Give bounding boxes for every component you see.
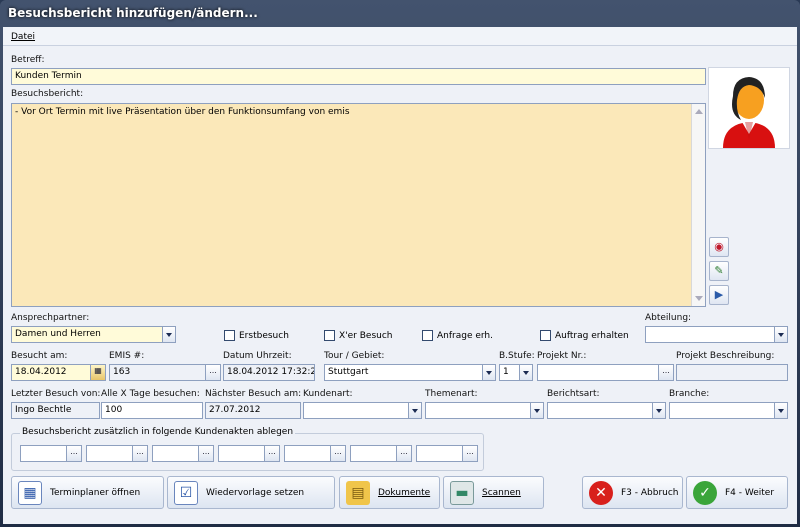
- branche-label: Branche:: [669, 389, 710, 399]
- chevron-down-icon[interactable]: [408, 403, 421, 418]
- letzter-besuch-input[interactable]: Ingo Bechtle: [11, 402, 100, 419]
- emis-label: EMIS #:: [109, 351, 145, 361]
- scroll-up-icon[interactable]: [695, 109, 703, 114]
- chevron-down-icon[interactable]: [530, 403, 543, 418]
- ansprechpartner-label: Ansprechpartner:: [11, 313, 90, 323]
- auftrag-checkbox[interactable]: Auftrag erhalten: [540, 330, 629, 341]
- kundenakten-caption: Besuchsbericht zusätzlich in folgende Ku…: [20, 427, 296, 437]
- chevron-down-icon[interactable]: [774, 403, 787, 418]
- kundenart-select[interactable]: [303, 402, 422, 419]
- projekt-nr-label: Projekt Nr.:: [537, 351, 587, 361]
- scroll-down-icon[interactable]: [695, 296, 703, 301]
- kundenakte-slot[interactable]: ...: [218, 445, 280, 462]
- person-icon: [723, 77, 775, 148]
- weiter-button[interactable]: ✓ F4 - Weiter: [686, 476, 788, 509]
- datum-uhrzeit-label: Datum Uhrzeit:: [223, 351, 292, 361]
- betreff-label: Betreff:: [11, 55, 45, 65]
- menu-datei[interactable]: Datei: [11, 32, 35, 42]
- naechster-besuch-label: Nächster Besuch am:: [205, 389, 302, 399]
- chevron-down-icon[interactable]: [162, 327, 175, 342]
- alle-x-tage-input[interactable]: 100: [101, 402, 203, 419]
- contact-avatar: [708, 67, 790, 149]
- bstufe-select[interactable]: 1: [499, 364, 533, 381]
- tour-select[interactable]: Stuttgart: [324, 364, 496, 381]
- kundenakte-browse-button[interactable]: ...: [198, 446, 213, 461]
- branche-select[interactable]: [669, 402, 788, 419]
- window-title: Besuchsbericht hinzufügen/ändern...: [8, 6, 258, 20]
- kundenakten-group: Besuchsbericht zusätzlich in folgende Ku…: [11, 427, 484, 471]
- berichtsart-label: Berichtsart:: [547, 389, 600, 399]
- besucht-am-input[interactable]: 18.04.2012 ▦: [11, 364, 106, 381]
- kundenakte-browse-button[interactable]: ...: [396, 446, 411, 461]
- abbruch-button[interactable]: ✕ F3 - Abbruch: [582, 476, 683, 509]
- kundenakte-browse-button[interactable]: ...: [66, 446, 81, 461]
- kundenart-label: Kundenart:: [303, 389, 353, 399]
- calendar-icon[interactable]: ▦: [90, 365, 105, 380]
- terminplaner-button[interactable]: ▦ Terminplaner öffnen: [11, 476, 164, 509]
- wiedervorlage-button[interactable]: ☑ Wiedervorlage setzen: [167, 476, 335, 509]
- lips-icon[interactable]: ◉: [709, 237, 729, 257]
- chevron-down-icon[interactable]: [774, 327, 787, 342]
- ansprechpartner-select[interactable]: Damen und Herren: [11, 326, 176, 343]
- betreff-input[interactable]: Kunden Termin: [11, 68, 706, 85]
- projekt-browse-button[interactable]: ...: [658, 365, 673, 380]
- kundenakte-slot[interactable]: ...: [350, 445, 412, 462]
- window: Besuchsbericht hinzufügen/ändern... Date…: [0, 0, 800, 527]
- besuchsbericht-label: Besuchsbericht:: [11, 89, 84, 99]
- dialog-client: Datei Betreff: Kunden Termin Besuchsberi…: [3, 27, 797, 524]
- emis-browse-button[interactable]: ...: [205, 365, 220, 380]
- kundenakte-slot[interactable]: ...: [86, 445, 148, 462]
- letzter-besuch-label: Letzter Besuch von:: [11, 389, 101, 399]
- bstufe-label: B.Stufe:: [499, 351, 535, 361]
- chevron-down-icon[interactable]: [482, 365, 495, 380]
- chevron-down-icon[interactable]: [652, 403, 665, 418]
- tour-label: Tour / Gebiet:: [324, 351, 385, 361]
- kundenakte-browse-button[interactable]: ...: [132, 446, 147, 461]
- projekt-nr-input[interactable]: ...: [537, 364, 674, 381]
- emis-input[interactable]: 163 ...: [109, 364, 221, 381]
- besucht-am-label: Besucht am:: [11, 351, 68, 361]
- erstbesuch-checkbox[interactable]: Erstbesuch: [224, 330, 289, 341]
- dokumente-button[interactable]: ▤ Dokumente: [339, 476, 440, 509]
- chevron-down-icon[interactable]: [519, 365, 532, 380]
- kundenakte-browse-button[interactable]: ...: [264, 446, 279, 461]
- anfrage-checkbox[interactable]: Anfrage erh.: [422, 330, 493, 341]
- kundenakte-slot[interactable]: ...: [20, 445, 82, 462]
- themenart-select[interactable]: [425, 402, 544, 419]
- scanner-icon: ▬: [450, 480, 474, 505]
- calendar-icon: ▦: [18, 480, 42, 505]
- memo-scrollbar[interactable]: [691, 104, 705, 306]
- abteilung-label: Abteilung:: [645, 313, 692, 323]
- kundenakte-slot[interactable]: ...: [416, 445, 478, 462]
- play-document-icon[interactable]: ▶: [709, 285, 729, 305]
- projekt-beschreibung-input[interactable]: [676, 364, 788, 381]
- kundenakte-slot[interactable]: ...: [152, 445, 214, 462]
- alle-x-tage-label: Alle X Tage besuchen:: [101, 389, 200, 399]
- besuchsbericht-text: - Vor Ort Termin mit live Präsentation ü…: [15, 107, 350, 117]
- ansprechpartner-value: Damen und Herren: [15, 329, 101, 339]
- checkmark-icon: ✓: [693, 480, 717, 505]
- checklist-icon: ☑: [174, 480, 198, 505]
- projekt-beschreibung-label: Projekt Beschreibung:: [676, 351, 775, 361]
- kundenakte-slot[interactable]: ...: [284, 445, 346, 462]
- folder-icon: ▤: [346, 480, 370, 505]
- datum-uhrzeit-input[interactable]: 18.04.2012 17:32:24: [223, 364, 315, 381]
- cancel-icon: ✕: [589, 480, 613, 505]
- themenart-label: Themenart:: [425, 389, 478, 399]
- naechster-besuch-input[interactable]: 27.07.2012: [205, 402, 301, 419]
- berichtsart-select[interactable]: [547, 402, 666, 419]
- abteilung-select[interactable]: [645, 326, 788, 343]
- kundenakte-browse-button[interactable]: ...: [330, 446, 345, 461]
- xer-besuch-checkbox[interactable]: X'er Besuch: [324, 330, 393, 341]
- kundenakte-browse-button[interactable]: ...: [462, 446, 477, 461]
- edit-document-icon[interactable]: ✎: [709, 261, 729, 281]
- besuchsbericht-textarea[interactable]: - Vor Ort Termin mit live Präsentation ü…: [11, 103, 706, 307]
- scannen-button[interactable]: ▬ Scannen: [443, 476, 544, 509]
- menubar: Datei: [3, 27, 797, 46]
